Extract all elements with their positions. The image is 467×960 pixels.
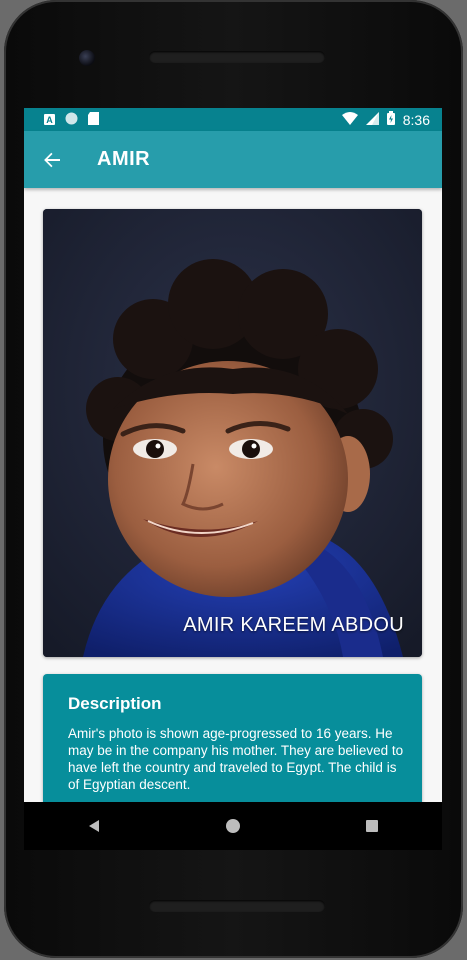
arrow-back-icon[interactable] <box>40 148 64 172</box>
navigation-bar <box>24 802 442 850</box>
detail-content: AMIR KAREEM ABDOU Description Amir's pho… <box>24 188 442 802</box>
front-camera <box>79 50 95 66</box>
description-heading: Description <box>68 694 162 713</box>
signal-icon <box>365 111 379 128</box>
svg-text:A: A <box>46 115 53 125</box>
page-title: AMIR <box>97 148 151 170</box>
clock: 8:36 <box>402 111 430 128</box>
description-text: Amir's photo is shown age-progressed to … <box>68 726 404 792</box>
circle-notification-icon <box>65 112 78 128</box>
nav-home-icon[interactable] <box>203 806 263 846</box>
description-card: Description Amir's photo is shown age-pr… <box>43 674 422 802</box>
a-notification-icon: A <box>44 112 55 128</box>
battery-charging-icon <box>386 111 395 128</box>
nav-recents-icon[interactable] <box>342 806 402 846</box>
child-photo <box>43 209 422 657</box>
child-photo-card[interactable]: AMIR KAREEM ABDOU <box>43 209 422 657</box>
app-bar: AMIR <box>24 131 442 188</box>
bottom-speaker <box>149 900 325 912</box>
photo-caption: AMIR KAREEM ABDOU <box>183 614 404 636</box>
status-bar: A 8:36 <box>24 108 442 131</box>
sd-card-icon <box>88 111 99 128</box>
wifi-icon <box>341 111 358 128</box>
screen: A 8:36 AMIR AMIR KAREEM ABDOU Descriptio… <box>24 108 442 802</box>
earpiece-speaker <box>149 51 325 63</box>
nav-back-icon[interactable] <box>64 806 124 846</box>
